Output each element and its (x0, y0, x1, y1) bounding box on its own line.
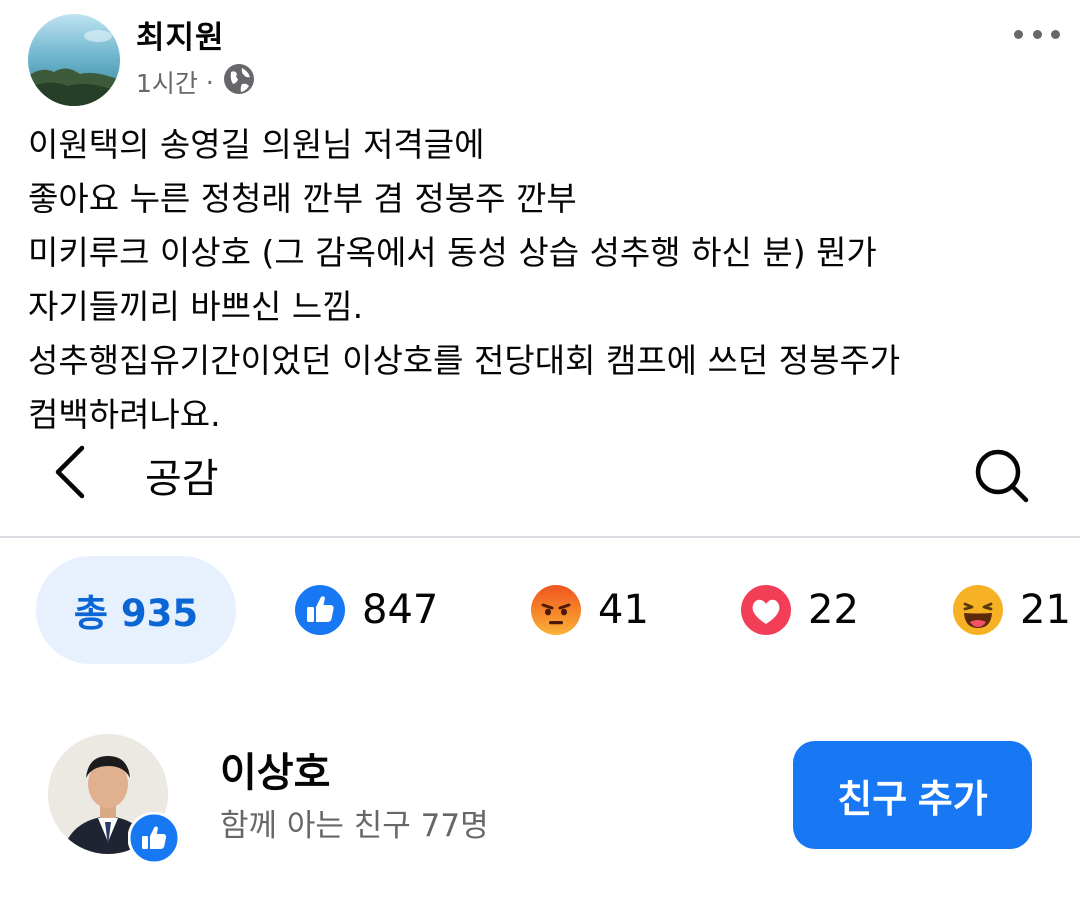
post-line: 이원택의 송영길 의원님 저격글에 (28, 125, 485, 164)
love-count: 22 (808, 587, 859, 633)
post-meta: 1시간 · (136, 62, 256, 102)
post-line: 컴백하려나요. (28, 395, 221, 434)
tab-angry-reactions[interactable]: 41 (530, 580, 649, 640)
haha-icon (953, 585, 1003, 635)
post-text: 이원택의 송영길 의원님 저격글에 좋아요 누른 정청래 깐부 겸 정봉주 깐부… (28, 118, 1068, 442)
like-count: 847 (362, 587, 439, 633)
post-author-avatar[interactable] (28, 14, 120, 106)
back-arrow-icon[interactable] (48, 442, 92, 502)
angry-icon (531, 585, 581, 635)
meta-separator: · (205, 67, 214, 97)
more-options-icon[interactable] (1014, 22, 1060, 46)
post-line: 좋아요 누른 정청래 깐부 겸 정봉주 깐부 (28, 179, 577, 218)
post-line: 미키루크 이상호 (그 감옥에서 동성 상습 성추행 하신 분) 뭔가 (28, 233, 877, 272)
tab-haha-reactions[interactable]: 21 (952, 580, 1071, 640)
post-time[interactable]: 1시간 (136, 64, 198, 100)
person-name[interactable]: 이상호 (220, 740, 330, 798)
globe-icon (222, 62, 256, 102)
post-author-name[interactable]: 최지원 (136, 12, 225, 57)
divider (0, 536, 1080, 538)
angry-count: 41 (598, 587, 649, 633)
haha-count: 21 (1020, 587, 1071, 633)
reactions-title: 공감 (145, 456, 219, 502)
post-line: 자기들끼리 바쁘신 느낌. (28, 287, 364, 326)
like-badge-icon (127, 811, 181, 865)
love-icon (741, 585, 791, 635)
tab-like-reactions[interactable]: 847 (294, 580, 438, 640)
post-line: 성추행집유기간이었던 이상호를 전당대회 캠프에 쓰던 정봉주가 (28, 341, 901, 380)
add-friend-button[interactable]: 친구 추가 (793, 741, 1032, 849)
tab-love-reactions[interactable]: 22 (740, 580, 859, 640)
tab-all-reactions[interactable]: 총 935 (36, 556, 236, 664)
like-icon (295, 585, 345, 635)
mutual-friends-count: 함께 아는 친구 77명 (220, 808, 489, 844)
search-icon[interactable] (970, 446, 1032, 504)
